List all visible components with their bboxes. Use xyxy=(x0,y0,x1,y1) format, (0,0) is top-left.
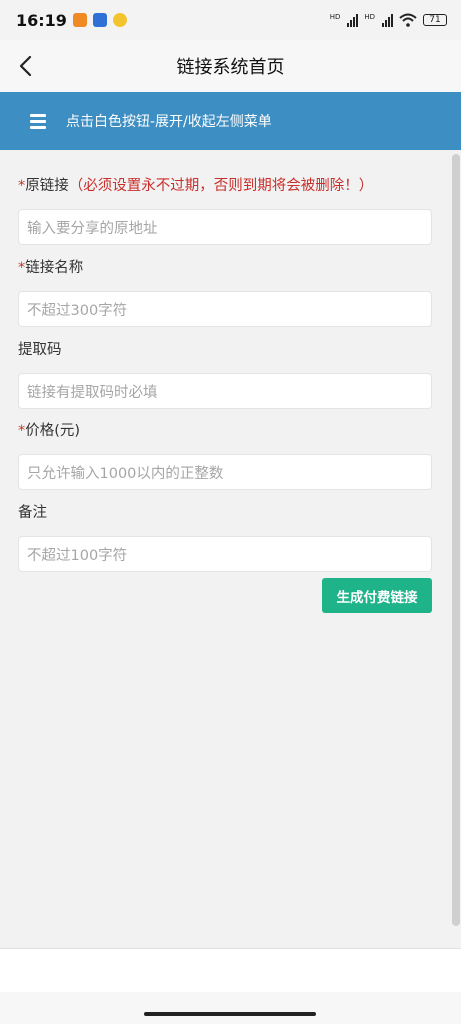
field-extract-code: 提取码 链接有提取码时必填 xyxy=(18,339,432,409)
title-bar: 链接系统首页 xyxy=(0,40,461,92)
label-text: 备注 xyxy=(18,505,47,521)
field-label: *价格(元) xyxy=(18,420,432,442)
placeholder: 输入要分享的原地址 xyxy=(27,220,158,237)
field-label: 提取码 xyxy=(18,339,432,361)
hd-label: HD xyxy=(329,13,341,21)
placeholder: 不超过100字符 xyxy=(27,547,128,564)
signal-icon xyxy=(347,13,359,27)
field-label: *链接名称 xyxy=(18,257,432,279)
bottom-bar xyxy=(0,948,461,993)
status-left: 16:19 xyxy=(16,11,127,30)
app-blue-icon xyxy=(92,13,107,27)
placeholder: 链接有提取码时必填 xyxy=(27,384,158,401)
field-remark: 备注 不超过100字符 xyxy=(18,502,432,572)
battery-icon: 71 xyxy=(423,14,447,26)
wifi-icon xyxy=(399,13,417,27)
placeholder: 不超过300字符 xyxy=(27,302,128,319)
generate-paid-link-button[interactable]: 生成付费链接 xyxy=(322,578,432,613)
status-right: HD HD 71 xyxy=(330,13,447,27)
warning-note: （必须设置永不过期，否则到期将会被删除！） xyxy=(68,178,374,194)
page-title: 链接系统首页 xyxy=(176,57,285,78)
label-text: 原链接 xyxy=(25,178,69,194)
status-bar: 16:19 HD HD 71 xyxy=(0,0,461,40)
field-price: *价格(元) 只允许输入1000以内的正整数 xyxy=(18,420,432,490)
label-text: 链接名称 xyxy=(25,260,84,276)
placeholder: 只允许输入1000以内的正整数 xyxy=(27,465,224,482)
extract-code-input[interactable]: 链接有提取码时必填 xyxy=(18,373,432,409)
label-text: 价格(元) xyxy=(25,423,81,439)
form-area: *原链接（必须设置永不过期，否则到期将会被删除！） 输入要分享的原地址 *链接名… xyxy=(0,150,461,948)
status-time: 16:19 xyxy=(16,10,67,30)
field-original-link: *原链接（必须设置永不过期，否则到期将会被删除！） 输入要分享的原地址 xyxy=(18,175,432,245)
hd-label-2: HD xyxy=(364,13,375,21)
chevron-left-icon[interactable] xyxy=(14,54,38,78)
link-name-input[interactable]: 不超过300字符 xyxy=(18,291,432,327)
field-link-name: *链接名称 不超过300字符 xyxy=(18,257,432,327)
remark-input[interactable]: 不超过100字符 xyxy=(18,536,432,572)
system-nav-area xyxy=(0,992,461,1024)
field-label: 备注 xyxy=(18,502,432,524)
field-label: *原链接（必须设置永不过期，否则到期将会被删除！） xyxy=(18,175,432,197)
hamburger-icon[interactable] xyxy=(30,114,46,129)
signal-icon-2 xyxy=(382,13,393,27)
original-link-input[interactable]: 输入要分享的原地址 xyxy=(18,209,432,245)
scrollbar[interactable] xyxy=(452,154,460,926)
price-input[interactable]: 只允许输入1000以内的正整数 xyxy=(18,454,432,490)
app-orange-icon xyxy=(72,13,87,27)
home-indicator[interactable] xyxy=(144,1012,316,1016)
banner-text: 点击白色按钮-展开/收起左侧菜单 xyxy=(66,114,272,130)
label-text: 提取码 xyxy=(18,342,62,358)
menu-banner[interactable]: 点击白色按钮-展开/收起左侧菜单 xyxy=(0,92,461,150)
app-yellow-icon xyxy=(112,13,127,27)
